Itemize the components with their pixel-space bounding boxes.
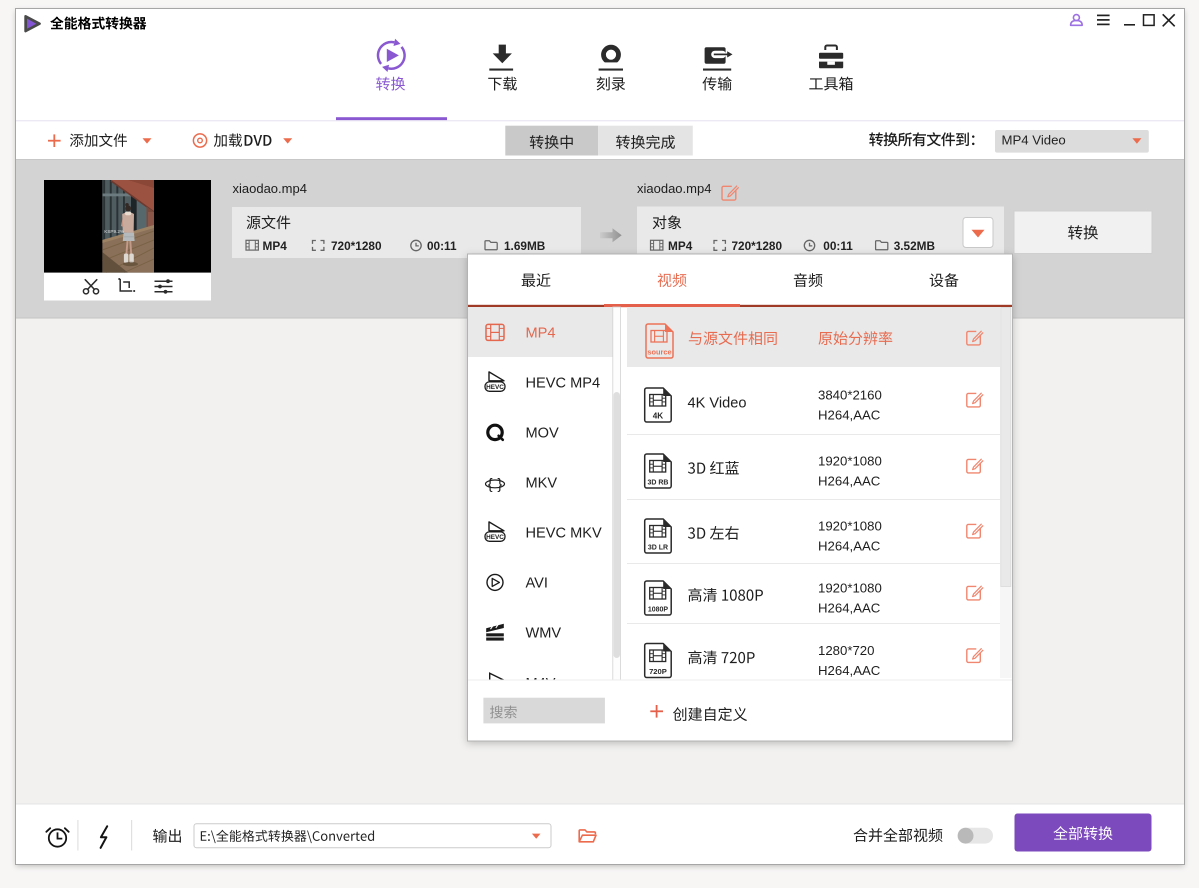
svg-text:MP4: MP4 [263, 239, 288, 253]
svg-text:KSP9.2%: KSP9.2% [104, 229, 124, 234]
svg-text:HEVC MP4: HEVC MP4 [526, 376, 601, 392]
svg-text:xiaodao.mp4: xiaodao.mp4 [233, 181, 307, 196]
svg-text:4K: 4K [653, 412, 664, 421]
svg-text:H264,AAC: H264,AAC [818, 408, 881, 423]
svg-text:720*1280: 720*1280 [331, 239, 382, 253]
svg-text:source: source [647, 348, 671, 357]
svg-text:3D LR: 3D LR [648, 545, 668, 552]
svg-text:1.69MB: 1.69MB [504, 239, 545, 253]
svg-text:1280*720: 1280*720 [818, 643, 874, 658]
svg-text:HEVC MKV: HEVC MKV [526, 526, 602, 542]
svg-text:{: { [488, 477, 493, 493]
svg-text:3.52MB: 3.52MB [894, 239, 935, 253]
svg-text:1920*1080: 1920*1080 [818, 581, 882, 596]
svg-text:H264,AAC: H264,AAC [818, 539, 881, 554]
svg-text:MOV: MOV [526, 426, 560, 442]
svg-text:00:11: 00:11 [427, 239, 457, 253]
svg-text:720*1280: 720*1280 [732, 239, 783, 253]
svg-text:00:11: 00:11 [823, 239, 853, 253]
svg-text:MP4: MP4 [526, 326, 556, 342]
svg-text:4K Video: 4K Video [688, 396, 747, 412]
svg-text:H264,AAC: H264,AAC [818, 601, 881, 616]
svg-text:WMV: WMV [526, 626, 562, 642]
svg-text:3840*2160: 3840*2160 [818, 388, 882, 403]
svg-text:1920*1080: 1920*1080 [818, 519, 882, 534]
svg-text:H264,AAC: H264,AAC [818, 474, 881, 489]
svg-text:HEVC: HEVC [486, 534, 504, 541]
svg-text:AVI: AVI [526, 576, 548, 592]
svg-text:720P: 720P [649, 667, 667, 676]
svg-text:1920*1080: 1920*1080 [818, 454, 882, 469]
svg-text:MKV: MKV [526, 476, 558, 492]
svg-text:3D RB: 3D RB [647, 480, 668, 487]
svg-text:MP4 Video: MP4 Video [1002, 133, 1066, 148]
svg-text:HEVC: HEVC [486, 384, 504, 391]
svg-text:1080P: 1080P [648, 607, 669, 614]
svg-text:}: } [497, 477, 502, 493]
svg-text:MP4: MP4 [668, 239, 693, 253]
svg-text:xiaodao.mp4: xiaodao.mp4 [637, 181, 711, 196]
svg-text:H264,AAC: H264,AAC [818, 663, 881, 678]
